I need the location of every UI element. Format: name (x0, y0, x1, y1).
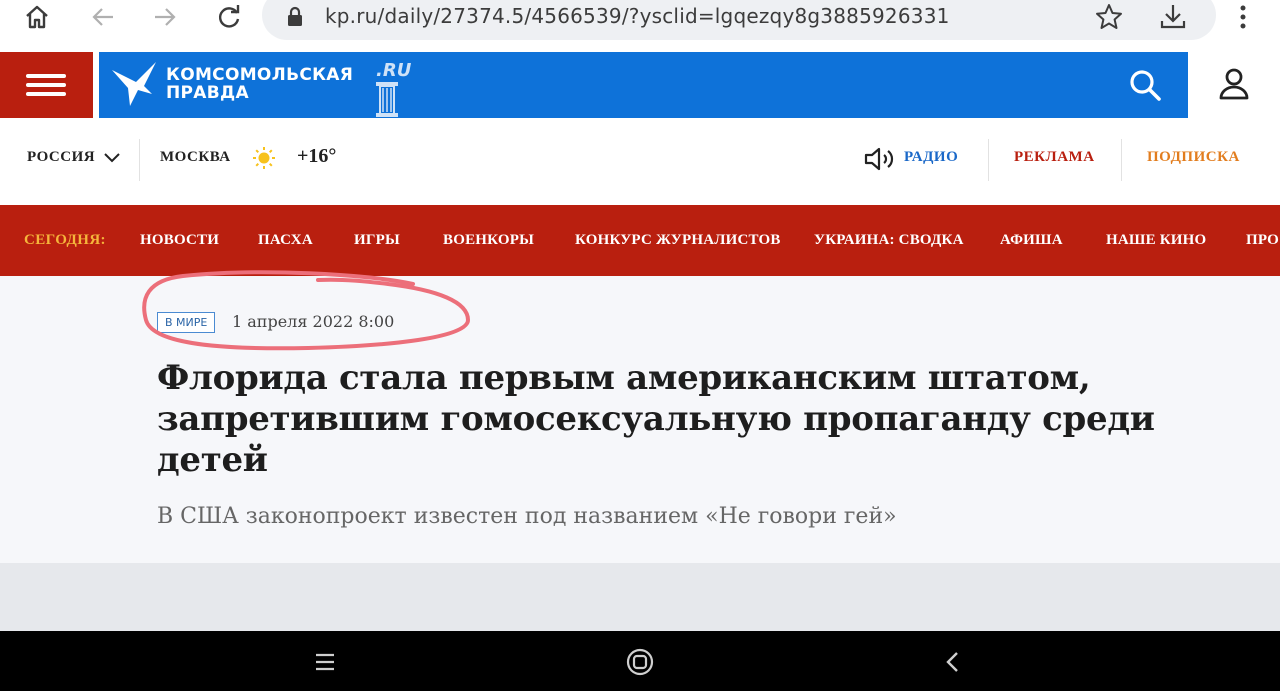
logo-line-1: Комсомольская (166, 65, 354, 85)
hamburger-line (26, 74, 66, 78)
radio-link[interactable]: РАДИО (904, 149, 958, 166)
red-highlight-circle (138, 262, 478, 357)
region-selector[interactable]: РОССИЯ (27, 149, 95, 166)
home-circle-icon[interactable] (625, 647, 655, 677)
menu-item-easter[interactable]: ПАСХА (258, 232, 313, 249)
subscribe-link[interactable]: ПОДПИСКА (1147, 149, 1240, 166)
menu-item-war-correspondents[interactable]: ВОЕНКОРЫ (443, 232, 534, 249)
android-navigation-bar (0, 631, 1280, 691)
logo-ru-column: .RU (372, 58, 412, 118)
article-headline: Флорида стала первым американским штатом… (157, 358, 1155, 480)
menu-item-afisha[interactable]: АФИША (1000, 232, 1063, 249)
user-icon[interactable] (1214, 64, 1254, 104)
article-lead: В США законопроект известен под название… (157, 504, 897, 529)
menu-item-journalist-contest[interactable]: КОНКУРС ЖУРНАЛИСТОВ (575, 232, 781, 249)
hamburger-line (26, 83, 66, 87)
arrow-left-icon[interactable] (88, 2, 118, 32)
content-placeholder (0, 563, 1280, 631)
menu-item-games[interactable]: ИГРЫ (354, 232, 400, 249)
menu-item-our-cinema[interactable]: НАШЕ КИНО (1106, 232, 1206, 249)
arrow-right-icon[interactable] (150, 2, 180, 32)
site-logo[interactable]: Комсомольская правда (166, 66, 353, 102)
menu-item-news[interactable]: НОВОСТИ (140, 232, 219, 249)
logo-ru-text: .RU (376, 60, 412, 81)
city-label[interactable]: МОСКВА (160, 149, 231, 166)
hamburger-menu-button[interactable] (0, 52, 93, 118)
swallow-logo-icon[interactable] (110, 60, 160, 108)
download-icon[interactable] (1158, 2, 1188, 32)
menu-today-label: СЕГОДНЯ: (24, 232, 106, 248)
kebab-menu-icon[interactable] (1228, 2, 1258, 32)
url-text[interactable]: kp.ru/daily/27374.5/4566539/?ysclid=lgqe… (325, 4, 950, 28)
logo-line-2: правда (166, 83, 249, 103)
lock-icon[interactable] (280, 2, 310, 32)
back-chevron-icon[interactable] (938, 647, 968, 677)
speaker-icon[interactable] (864, 147, 898, 171)
menu-item-more[interactable]: ПРО (1246, 232, 1279, 249)
sun-icon (252, 146, 276, 170)
chevron-down-icon[interactable] (103, 150, 121, 164)
divider (988, 139, 989, 181)
recent-apps-icon[interactable] (310, 647, 340, 677)
temperature: +16° (297, 145, 337, 167)
hamburger-line (26, 92, 66, 96)
ads-link[interactable]: РЕКЛАМА (1014, 149, 1095, 166)
menu-item-ukraine-summary[interactable]: УКРАИНА: СВОДКА (814, 232, 964, 249)
info-row: РОССИЯ МОСКВА +16° РАДИО РЕКЛАМА ПОДПИСК… (0, 128, 1280, 188)
reload-icon[interactable] (214, 2, 244, 32)
divider (1121, 139, 1122, 181)
browser-toolbar: kp.ru/daily/27374.5/4566539/?ysclid=lgqe… (0, 0, 1280, 40)
home-icon[interactable] (22, 2, 52, 32)
search-button[interactable] (1126, 66, 1166, 106)
divider (139, 139, 140, 181)
star-icon[interactable] (1094, 2, 1124, 32)
